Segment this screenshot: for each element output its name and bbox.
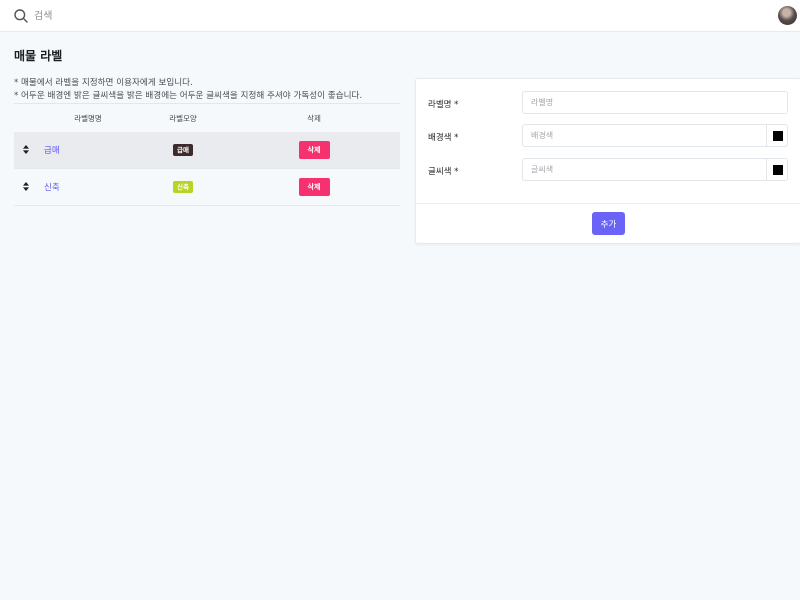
text-color-label: 글씨색 * [428,167,459,177]
sort-handle-icon[interactable] [23,144,29,154]
label-name-label: 라벨명 * [428,100,459,110]
background-color-input[interactable] [522,124,788,147]
background-color-picker[interactable] [766,124,788,147]
background-color-swatch [772,130,783,141]
label-name-cell: 신축 [38,168,138,206]
label-table: 라벨명명 라벨모양 삭제 급매 급매 삭제 신축 신축 삭제 [14,103,400,206]
header-handle [14,104,38,133]
note-line: * 어두운 배경엔 밝은 글씨색을 밝은 배경에는 어두운 글씨색을 지정해 주… [14,91,363,101]
header-delete: 삭제 [307,113,321,123]
label-name-cell: 급매 [38,132,138,169]
delete-cell: 삭제 [228,168,400,206]
notes: * 매물에서 라벨을 지정하면 이용자에게 보입니다. * 어두운 배경엔 밝은… [14,77,404,103]
label-name-link[interactable]: 급매 [38,146,60,156]
header-label-shape: 라벨모양 [169,113,197,123]
label-badge: 급매 [173,144,193,156]
header-label-name: 라벨명명 [74,113,102,123]
label-shape-cell: 신축 [138,168,228,206]
table-header-row: 라벨명명 라벨모양 삭제 [14,104,400,133]
background-color-label: 배경색 * [428,133,459,143]
table-row: 급매 급매 삭제 [14,132,400,169]
search-icon[interactable] [13,8,29,24]
label-name-link[interactable]: 신축 [38,183,60,193]
delete-cell: 삭제 [228,132,400,169]
label-name-input[interactable] [522,91,788,114]
drag-handle[interactable] [14,168,38,206]
delete-button[interactable]: 삭제 [298,178,330,196]
note-line: * 매물에서 라벨을 지정하면 이용자에게 보입니다. [14,78,193,88]
sort-handle-icon[interactable] [23,181,29,191]
label-shape-cell: 급매 [138,132,228,169]
table-row: 신축 신축 삭제 [14,168,400,206]
top-bar [0,0,800,32]
label-form-card: 라벨명 * 배경색 * 글씨색 * 추가 [415,78,800,244]
page-title: 매물 라벨 [14,49,63,63]
card-footer-divider [416,203,800,204]
user-avatar[interactable] [778,6,797,25]
search-input[interactable] [34,7,334,25]
text-color-picker[interactable] [766,158,788,181]
label-badge: 신축 [173,181,193,193]
drag-handle[interactable] [14,132,38,169]
delete-button[interactable]: 삭제 [298,141,330,159]
text-color-swatch [772,164,783,175]
add-button[interactable]: 추가 [592,212,625,235]
text-color-input[interactable] [522,158,788,181]
